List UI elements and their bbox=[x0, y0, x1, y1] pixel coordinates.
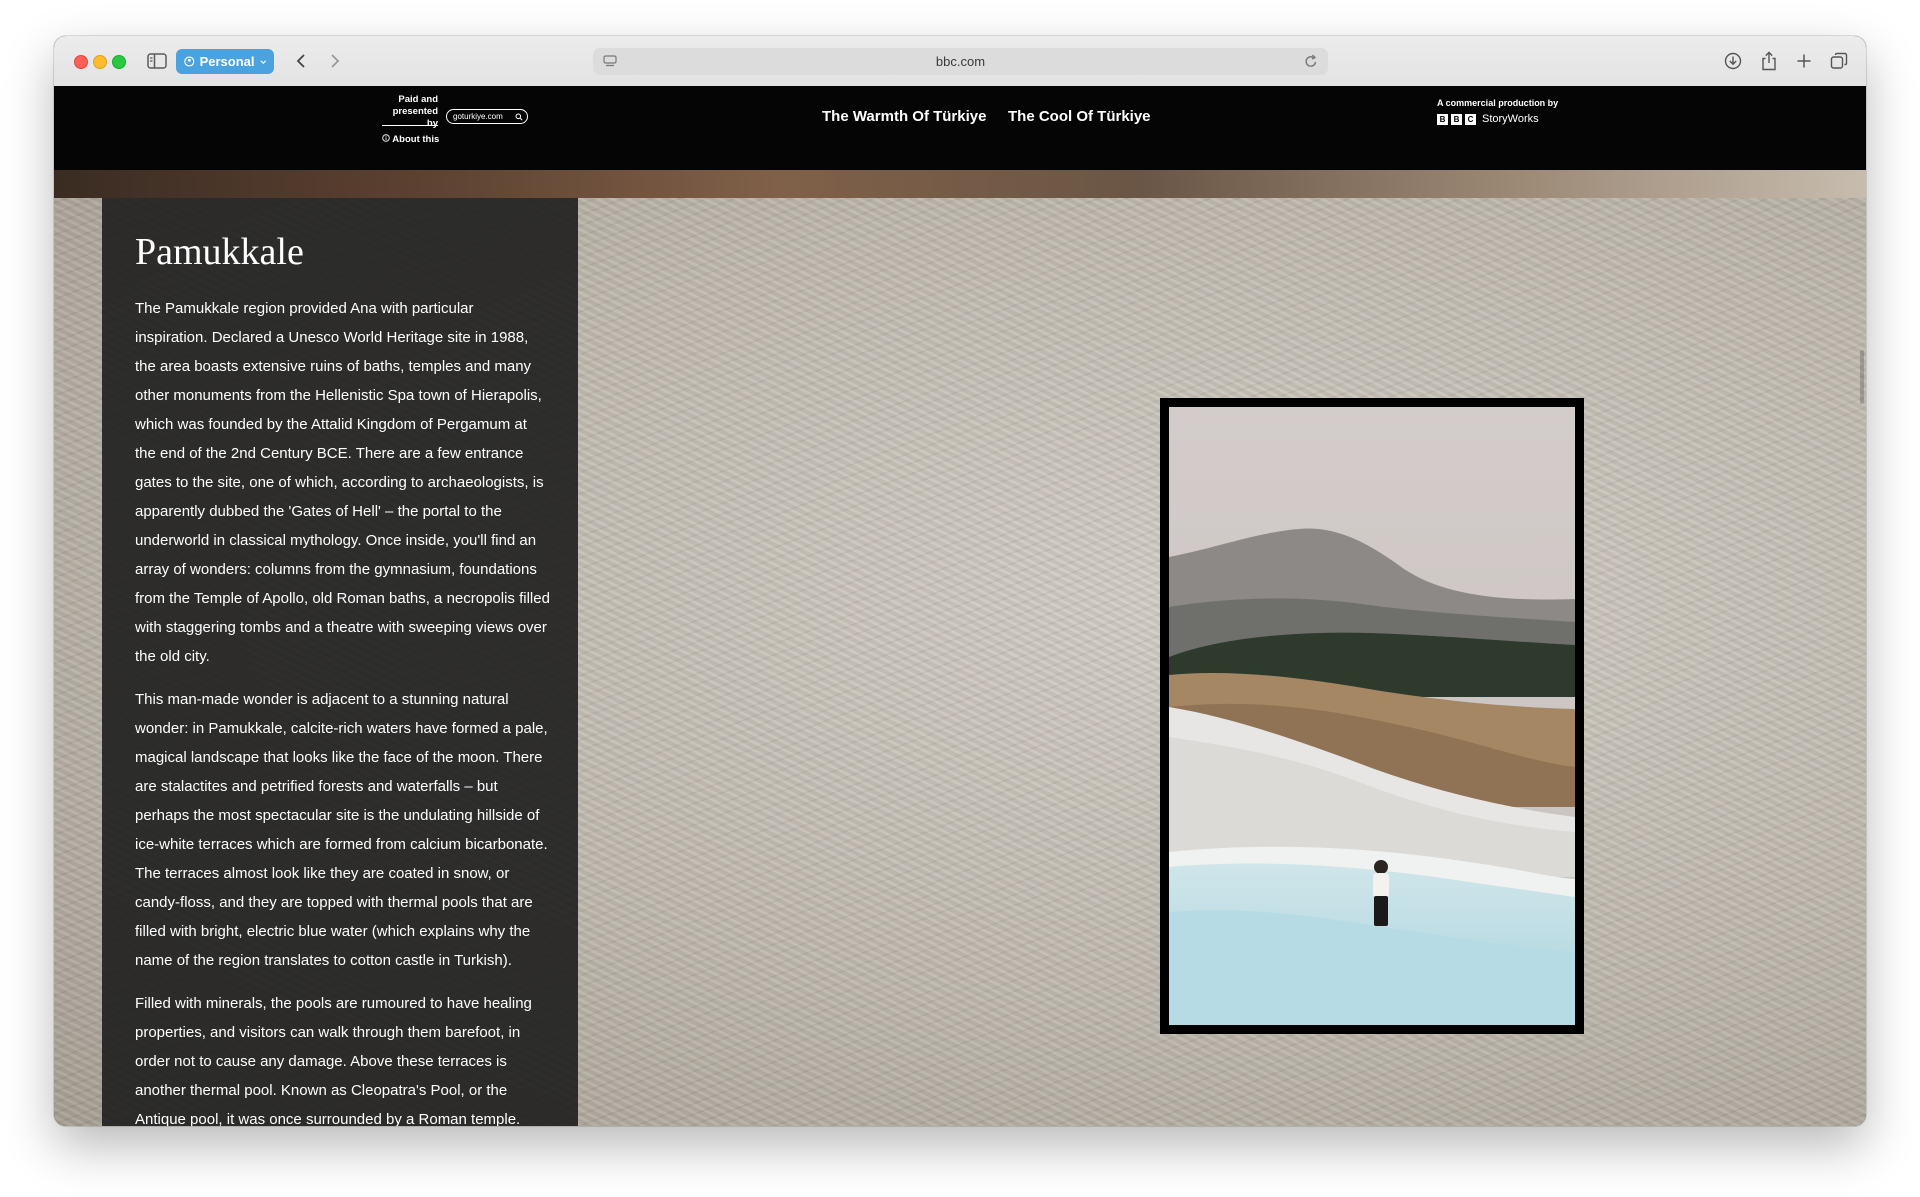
forward-icon[interactable] bbox=[322, 48, 348, 74]
zoom-window-button[interactable] bbox=[112, 55, 126, 69]
article-text-panel: Pamukkale The Pamukkale region provided … bbox=[102, 198, 578, 1126]
article-title: Pamukkale bbox=[135, 231, 304, 273]
storyworks-label: StoryWorks bbox=[1482, 113, 1539, 125]
sponsor-logo-text: goturkiye.com bbox=[453, 112, 503, 121]
profile-button[interactable]: Personal bbox=[176, 49, 274, 74]
back-icon[interactable] bbox=[288, 48, 314, 74]
sidebar-toggle-icon[interactable] bbox=[144, 48, 170, 74]
info-icon bbox=[382, 134, 392, 145]
about-this-label: About this bbox=[392, 134, 440, 145]
bbc-storyworks-logo[interactable]: B B C StoryWorks bbox=[1437, 113, 1558, 125]
nav-link-warmth[interactable]: The Warmth Of Türkiye bbox=[822, 108, 986, 125]
article-hero-background: Pamukkale The Pamukkale region provided … bbox=[54, 170, 1866, 1126]
browser-window: Personal bbc.com Paid and presented by g… bbox=[54, 36, 1866, 1126]
production-label: A commercial production by bbox=[1437, 98, 1559, 108]
divider bbox=[382, 125, 438, 126]
article-paragraph: This man-made wonder is adjacent to a st… bbox=[135, 691, 548, 969]
production-credit: A commercial production by B B C StoryWo… bbox=[1437, 98, 1558, 125]
profile-icon bbox=[184, 56, 195, 67]
address-bar[interactable]: bbc.com bbox=[593, 48, 1328, 75]
chevron-down-icon bbox=[259, 59, 266, 64]
sponsor-logo[interactable]: goturkiye.com bbox=[446, 109, 528, 124]
reload-icon[interactable] bbox=[1304, 53, 1318, 72]
minimize-window-button[interactable] bbox=[93, 55, 107, 69]
scrollbar-thumb[interactable] bbox=[1860, 350, 1864, 404]
search-icon bbox=[515, 112, 523, 125]
share-icon[interactable] bbox=[1756, 48, 1782, 74]
article-paragraph: Filled with minerals, the pools are rumo… bbox=[135, 995, 532, 1126]
page-settings-icon[interactable] bbox=[603, 54, 617, 71]
site-header: Paid and presented by goturkiye.com Abou… bbox=[54, 86, 1866, 170]
bbc-logo-letter: C bbox=[1465, 113, 1476, 125]
bbc-logo-letter: B bbox=[1451, 113, 1462, 125]
new-tab-icon[interactable] bbox=[1791, 48, 1817, 74]
nav-link-cool[interactable]: The Cool Of Türkiye bbox=[1008, 108, 1151, 125]
inset-photo-frame bbox=[1160, 398, 1584, 1034]
address-text: bbc.com bbox=[935, 54, 986, 69]
inset-photo bbox=[1169, 407, 1575, 1025]
article-paragraph: The Pamukkale region provided Ana with p… bbox=[135, 300, 550, 665]
bbc-logo-letter: B bbox=[1437, 113, 1448, 125]
browser-toolbar: Personal bbc.com bbox=[54, 36, 1866, 87]
sponsor-block: Paid and presented by goturkiye.com Abou… bbox=[382, 94, 552, 154]
close-window-button[interactable] bbox=[74, 55, 88, 69]
profile-label: Personal bbox=[199, 54, 255, 69]
download-icon[interactable] bbox=[1720, 48, 1746, 74]
about-this-link[interactable]: About this bbox=[382, 134, 439, 145]
tab-overview-icon[interactable] bbox=[1826, 48, 1852, 74]
